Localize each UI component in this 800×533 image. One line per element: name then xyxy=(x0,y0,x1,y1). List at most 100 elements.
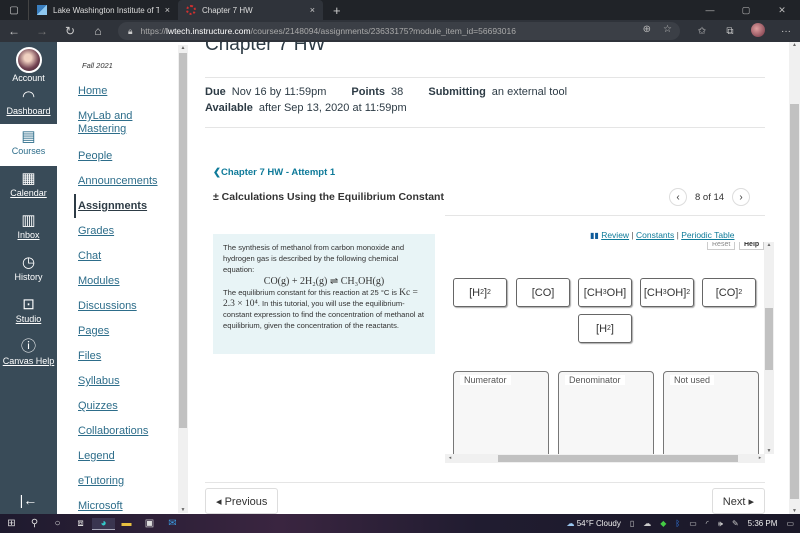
course-nav-files[interactable]: Files xyxy=(78,350,101,363)
global-nav-inbox[interactable]: ▥ Inbox xyxy=(0,208,57,250)
course-nav-legend[interactable]: Legend xyxy=(78,450,115,463)
refresh-icon[interactable]: ↻ xyxy=(56,24,84,38)
scroll-down-icon[interactable]: ▼ xyxy=(178,507,188,513)
scrollbar-thumb[interactable] xyxy=(498,455,738,462)
global-nav-help[interactable]: ⓘ Canvas Help xyxy=(0,334,57,376)
reset-button[interactable]: Reset xyxy=(707,242,736,250)
scroll-right-icon[interactable]: ▸ xyxy=(755,455,765,461)
close-tab-icon[interactable]: × xyxy=(165,5,170,15)
scroll-up-icon[interactable]: ▲ xyxy=(789,42,800,48)
bluetooth-icon[interactable]: ᛒ xyxy=(675,519,680,528)
add-favorite-icon[interactable]: ☆ xyxy=(663,24,672,35)
meet-icon[interactable]: ▯ xyxy=(630,519,634,528)
battery-icon[interactable]: ▭ xyxy=(689,519,697,528)
course-nav-home[interactable]: Home xyxy=(78,85,107,98)
not-used-dropzone[interactable]: Not used xyxy=(663,371,759,460)
collapse-nav-icon[interactable]: |← xyxy=(0,492,57,508)
security-icon[interactable]: ◆ xyxy=(660,519,666,528)
close-tab-icon[interactable]: × xyxy=(310,5,315,15)
edge-browser-icon[interactable]: ◕ xyxy=(92,517,115,530)
course-nav-announcements[interactable]: Announcements xyxy=(78,175,158,188)
global-nav-dashboard[interactable]: ◠ Dashboard xyxy=(0,84,57,124)
points-label: Points xyxy=(351,86,386,98)
course-nav-discussions[interactable]: Discussions xyxy=(78,300,137,313)
constants-link[interactable]: Constants xyxy=(636,230,674,240)
scroll-up-icon[interactable]: ▲ xyxy=(764,242,774,248)
course-nav-assignments[interactable]: Assignments xyxy=(78,200,147,213)
tool-horizontal-scrollbar[interactable]: ◂ ▸ xyxy=(445,454,765,463)
onedrive-icon[interactable]: ☁ xyxy=(643,519,651,528)
course-nav-microsoft[interactable]: Microsoft xyxy=(78,500,123,513)
browser-tab-lwtech[interactable]: Lake Washington Institute of Tec × xyxy=(28,0,178,20)
collections-icon[interactable]: ⧉ xyxy=(716,26,744,37)
global-nav-studio[interactable]: ⊡ Studio xyxy=(0,292,57,334)
global-nav-calendar[interactable]: ▦ Calendar xyxy=(0,166,57,208)
next-question-button[interactable]: › xyxy=(732,188,751,206)
search-icon[interactable]: ⚲ xyxy=(23,518,46,529)
tile-ch3oh[interactable]: [CH 3 OH] xyxy=(578,278,632,307)
denominator-dropzone[interactable]: Denominator xyxy=(558,371,654,460)
course-nav-pages[interactable]: Pages xyxy=(78,325,109,338)
mail-icon[interactable]: ✉ xyxy=(161,518,184,529)
next-button[interactable]: Next ▸ xyxy=(711,488,765,514)
favorites-icon[interactable]: ✩ xyxy=(688,26,716,37)
help-button[interactable]: Help xyxy=(739,242,765,250)
browser-tab-chapter7[interactable]: Chapter 7 HW × xyxy=(178,0,323,20)
course-nav-chat[interactable]: Chat xyxy=(78,250,101,263)
zoom-icon[interactable]: ⊕ xyxy=(643,24,651,35)
more-menu-icon[interactable]: ··· xyxy=(772,26,800,37)
wifi-icon[interactable]: ◜ xyxy=(706,519,709,528)
previous-button[interactable]: ◂ Previous xyxy=(205,488,279,514)
course-nav-quizzes[interactable]: Quizzes xyxy=(78,400,118,413)
periodic-table-link[interactable]: Periodic Table xyxy=(681,230,734,240)
tile-h2-squared[interactable]: [H 2] 2 xyxy=(453,278,507,307)
tool-vertical-scrollbar[interactable]: ▲ ▼ xyxy=(764,242,774,454)
file-explorer-icon[interactable]: ▬ xyxy=(115,518,138,529)
back-icon[interactable]: ← xyxy=(0,24,28,38)
weather-widget[interactable]: ☁ 54°F Cloudy xyxy=(567,519,621,528)
notifications-icon[interactable]: ▭ xyxy=(786,519,794,528)
tile-ch3oh-squared[interactable]: [CH 3 OH] 2 xyxy=(640,278,694,307)
global-nav-account[interactable]: Account xyxy=(0,42,57,84)
maximize-icon[interactable]: ▢ xyxy=(728,5,764,16)
scrollbar-thumb[interactable] xyxy=(790,104,799,499)
address-bar[interactable]: 🔒︎ https://lwtech.instructure.com/course… xyxy=(118,22,680,40)
scroll-down-icon[interactable]: ▼ xyxy=(764,448,774,454)
course-nav-collaborations[interactable]: Collaborations xyxy=(78,425,148,438)
windows-start-icon[interactable]: ⊞ xyxy=(0,518,23,529)
task-view-icon[interactable]: ⧈ xyxy=(69,518,92,529)
review-link[interactable]: Review xyxy=(601,230,629,240)
tile-co-squared[interactable]: [CO] 2 xyxy=(702,278,756,307)
pen-icon[interactable]: ✎ xyxy=(732,519,739,528)
new-tab-button[interactable]: + xyxy=(333,3,341,18)
scrollbar-thumb[interactable] xyxy=(179,53,187,428)
forward-icon[interactable]: → xyxy=(28,24,56,38)
tile-h2[interactable]: [H 2] xyxy=(578,314,632,343)
home-icon[interactable]: ⌂ xyxy=(84,24,112,38)
previous-question-button[interactable]: ‹ xyxy=(669,188,687,206)
course-nav-scrollbar[interactable]: ▲ ▼ xyxy=(178,45,188,513)
course-nav-mylab[interactable]: MyLab and Mastering xyxy=(78,110,148,136)
profile-avatar[interactable] xyxy=(744,22,772,40)
scroll-left-icon[interactable]: ◂ xyxy=(445,455,455,461)
store-icon[interactable]: ▣ xyxy=(138,518,161,529)
back-to-assignment-link[interactable]: ❮Chapter 7 HW - Attempt 1 xyxy=(213,167,335,178)
course-nav-syllabus[interactable]: Syllabus xyxy=(78,375,120,388)
clock[interactable]: 5:36 PM xyxy=(748,519,778,528)
course-nav-grades[interactable]: Grades xyxy=(78,225,114,238)
page-scrollbar[interactable]: ▲ ▼ xyxy=(789,42,800,514)
cortana-icon[interactable]: ○ xyxy=(46,518,69,529)
scroll-up-icon[interactable]: ▲ xyxy=(178,45,188,51)
close-window-icon[interactable]: ✕ xyxy=(764,5,800,16)
global-nav-courses[interactable]: ▤ Courses xyxy=(0,124,57,166)
scrollbar-thumb[interactable] xyxy=(765,308,773,370)
global-nav-history[interactable]: ◷ History xyxy=(0,250,57,292)
volume-icon[interactable]: 🕪︎ xyxy=(718,519,723,529)
course-nav-etutoring[interactable]: eTutoring xyxy=(78,475,124,488)
course-nav-modules[interactable]: Modules xyxy=(78,275,120,288)
tab-actions-icon[interactable]: ▢ xyxy=(0,0,28,20)
numerator-dropzone[interactable]: Numerator xyxy=(453,371,549,460)
minimize-icon[interactable]: — xyxy=(692,5,728,15)
course-nav-people[interactable]: People xyxy=(78,150,112,163)
tile-co[interactable]: [CO] xyxy=(516,278,570,307)
